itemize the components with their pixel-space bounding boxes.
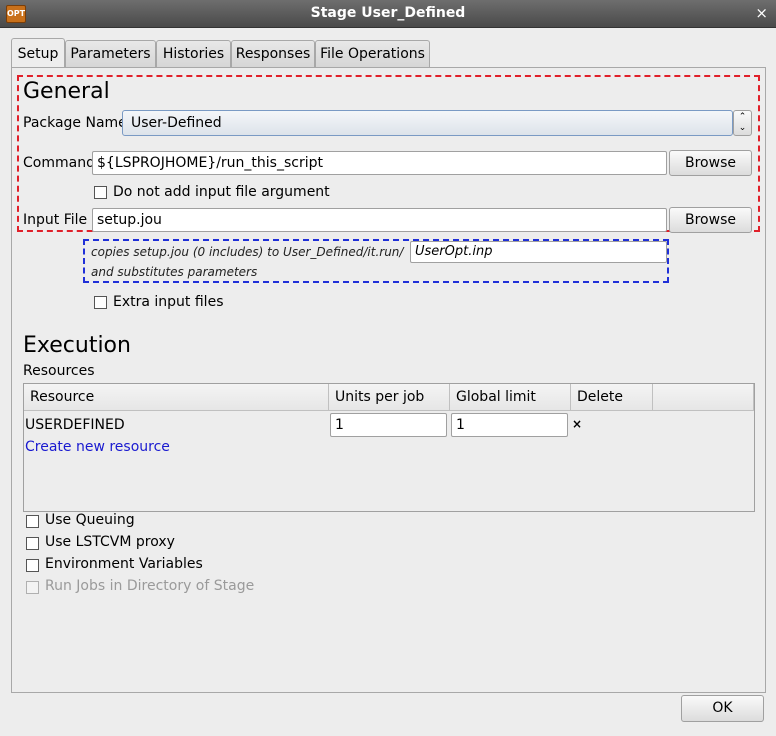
package-name-select[interactable]: User-Defined bbox=[122, 110, 733, 136]
column-header-filler bbox=[653, 384, 754, 411]
title-bar: OPT Stage User_Defined × bbox=[0, 0, 776, 28]
run-in-stage-dir-label: Run Jobs in Directory of Stage bbox=[45, 578, 255, 594]
no-input-arg-label: Do not add input file argument bbox=[113, 184, 330, 200]
create-new-resource-link[interactable]: Create new resource bbox=[25, 439, 170, 455]
package-name-spinner[interactable]: ⌃ ⌄ bbox=[733, 110, 752, 136]
package-name-label: Package Name bbox=[23, 115, 127, 131]
substitutes-text: and substitutes parameters bbox=[91, 265, 258, 279]
window-title: Stage User_Defined bbox=[310, 5, 466, 21]
input-file-label: Input File bbox=[23, 212, 88, 228]
delete-resource-icon[interactable]: × bbox=[572, 417, 582, 431]
resources-label: Resources bbox=[23, 363, 95, 379]
units-per-job-field[interactable]: 1 bbox=[330, 413, 447, 437]
column-header-delete[interactable]: Delete bbox=[571, 384, 653, 411]
resource-name-cell: USERDEFINED bbox=[25, 417, 125, 433]
ok-button[interactable]: OK bbox=[681, 695, 764, 722]
input-file-browse-button[interactable]: Browse bbox=[669, 207, 752, 233]
target-file-field[interactable]: UserOpt.inp bbox=[410, 241, 667, 263]
command-label: Command bbox=[23, 155, 95, 171]
tab-parameters[interactable]: Parameters bbox=[65, 40, 156, 67]
use-lstcvm-proxy-label: Use LSTCVM proxy bbox=[45, 534, 175, 550]
column-header-resource[interactable]: Resource bbox=[24, 384, 329, 411]
environment-variables-label: Environment Variables bbox=[45, 556, 203, 572]
column-header-units-per-job[interactable]: Units per job bbox=[329, 384, 450, 411]
extra-input-files-checkbox[interactable] bbox=[94, 296, 107, 309]
use-lstcvm-proxy-checkbox[interactable] bbox=[26, 537, 39, 550]
command-browse-button[interactable]: Browse bbox=[669, 150, 752, 176]
run-in-stage-dir-checkbox bbox=[26, 581, 39, 594]
tab-histories[interactable]: Histories bbox=[156, 40, 231, 67]
use-queuing-checkbox[interactable] bbox=[26, 515, 39, 528]
close-icon[interactable]: × bbox=[755, 4, 768, 22]
tab-file-operations[interactable]: File Operations bbox=[315, 40, 430, 67]
resources-table: Resource Units per job Global limit Dele… bbox=[23, 383, 755, 512]
general-heading: General bbox=[23, 79, 110, 104]
chevron-down-icon: ⌄ bbox=[738, 123, 747, 133]
global-limit-field[interactable]: 1 bbox=[451, 413, 568, 437]
no-input-arg-checkbox[interactable] bbox=[94, 186, 107, 199]
use-queuing-label: Use Queuing bbox=[45, 512, 135, 528]
column-header-global-limit[interactable]: Global limit bbox=[450, 384, 571, 411]
execution-heading: Execution bbox=[23, 333, 131, 358]
environment-variables-checkbox[interactable] bbox=[26, 559, 39, 572]
chevron-up-icon: ⌃ bbox=[738, 112, 747, 122]
tab-responses[interactable]: Responses bbox=[231, 40, 315, 67]
command-field[interactable]: ${LSPROJHOME}/run_this_script bbox=[92, 151, 667, 175]
input-file-field[interactable]: setup.jou bbox=[92, 208, 667, 232]
tab-setup[interactable]: Setup bbox=[11, 38, 65, 69]
copies-text: copies setup.jou (0 includes) to User_De… bbox=[91, 245, 404, 259]
extra-input-files-label: Extra input files bbox=[113, 294, 224, 310]
